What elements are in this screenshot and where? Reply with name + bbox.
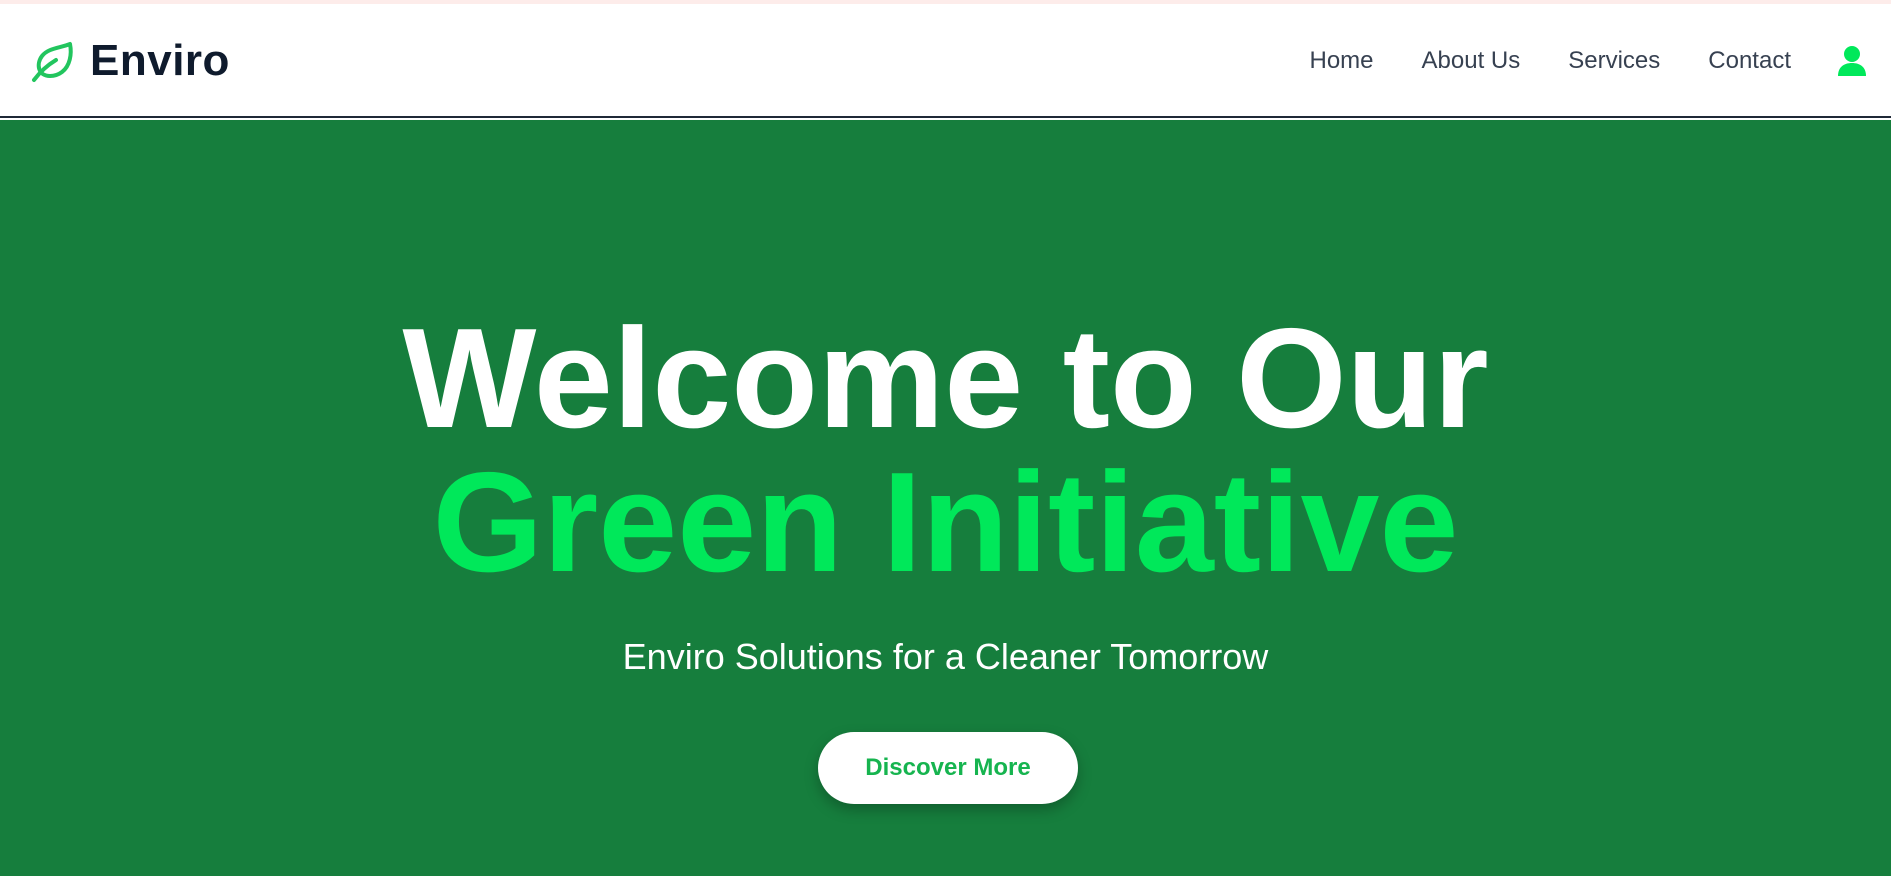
nav-link-about-us[interactable]: About Us [1422, 47, 1521, 75]
nav-link-home[interactable]: Home [1310, 47, 1374, 75]
brand-logo[interactable]: Enviro [30, 37, 230, 85]
hero-title-line-1: Welcome to Our [402, 299, 1489, 458]
hero-title-line-2: Green Initiative [432, 443, 1459, 602]
navbar: Enviro Home About Us Services Contact [0, 4, 1891, 118]
hero-section: Welcome to Our Green Initiative Enviro S… [0, 120, 1891, 876]
hero-subtitle: Enviro Solutions for a Cleaner Tomorrow [622, 636, 1269, 677]
nav-link-services[interactable]: Services [1568, 47, 1660, 75]
leaf-icon [30, 38, 76, 84]
nav-link-contact[interactable]: Contact [1708, 47, 1791, 75]
user-icon[interactable] [1837, 45, 1867, 77]
brand-name: Enviro [90, 36, 230, 85]
discover-more-button[interactable]: Discover More [818, 732, 1078, 804]
main-nav: Home About Us Services Contact [1310, 4, 1891, 118]
